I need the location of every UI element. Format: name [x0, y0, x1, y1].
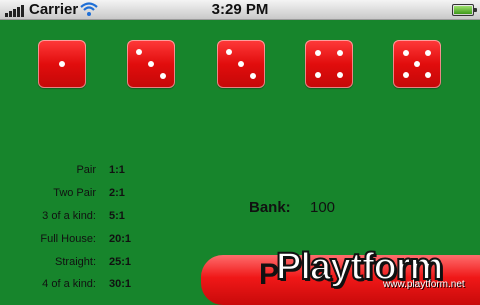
payout-hand: 4 of a kind: [42, 278, 96, 290]
die-pip [403, 50, 409, 56]
die-pip [315, 72, 321, 78]
bank-value: 100 [310, 199, 336, 216]
die-pip [59, 61, 65, 67]
status-bar: Carrier 3:29 PM [0, 0, 480, 20]
payout-odds: 20:1 [109, 233, 132, 245]
payout-odds: 1:1 [109, 164, 125, 176]
payout-hand: Straight: [55, 256, 96, 268]
payout-hand: Pair [76, 164, 96, 176]
die-1[interactable] [38, 40, 86, 88]
payout-hand: Two Pair [53, 187, 96, 199]
die-pip [238, 61, 244, 67]
die-pip [425, 50, 431, 56]
battery-icon [452, 4, 477, 16]
die-pip [148, 61, 154, 67]
clock: 3:29 PM [211, 1, 269, 18]
die-pip [226, 49, 232, 55]
die-pip [403, 72, 409, 78]
watermark-url: www.playtform.net [383, 279, 465, 290]
payout-odds: 5:1 [109, 210, 125, 222]
payout-odds: 2:1 [109, 187, 125, 199]
die-pip [136, 49, 142, 55]
die-pip [414, 61, 420, 67]
die-pip [160, 73, 166, 79]
die-pip [337, 72, 343, 78]
payout-odds: 30:1 [109, 278, 132, 290]
die-pip [425, 72, 431, 78]
die-pip [250, 73, 256, 79]
die-2[interactable] [127, 40, 175, 88]
bank-label: Bank: [249, 199, 291, 216]
die-4[interactable] [305, 40, 353, 88]
die-pip [337, 50, 343, 56]
payout-odds: 25:1 [109, 256, 132, 268]
payout-hand: Full House: [40, 233, 96, 245]
die-pip [315, 50, 321, 56]
die-3[interactable] [217, 40, 265, 88]
die-5[interactable] [393, 40, 441, 88]
payout-hand: 3 of a kind: [42, 210, 96, 222]
